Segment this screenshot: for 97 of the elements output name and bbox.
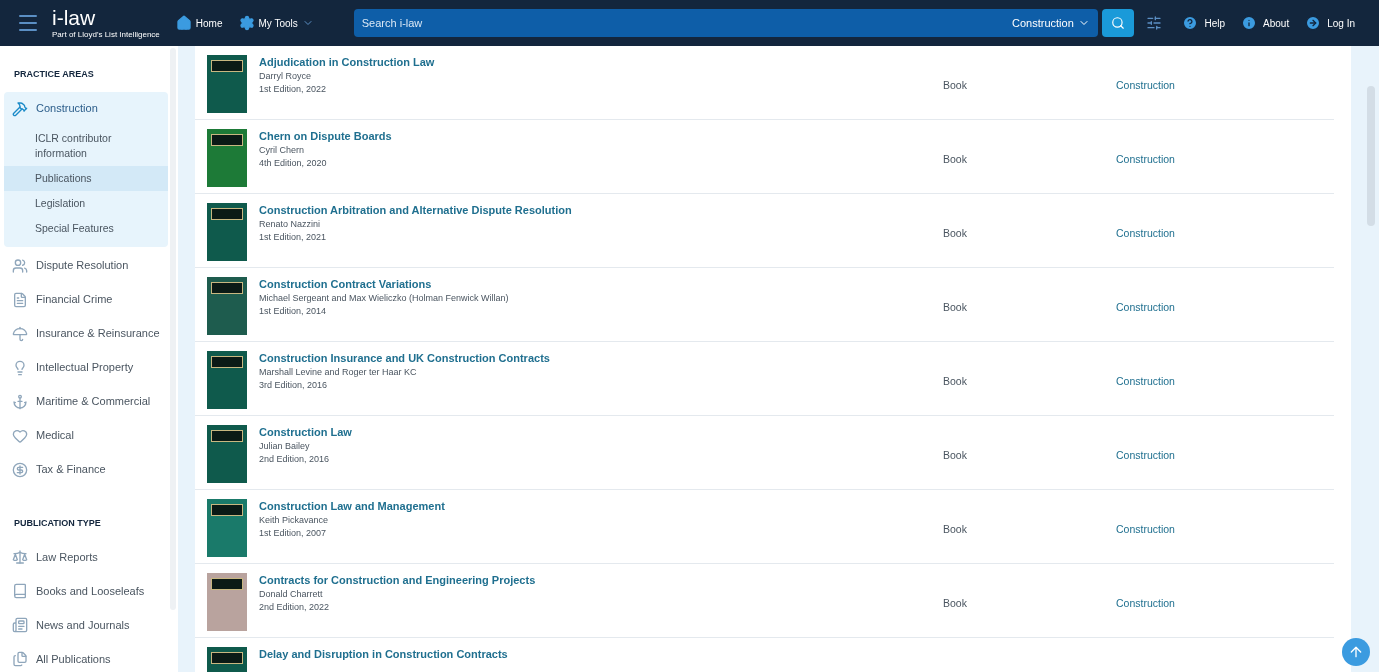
- search-bar[interactable]: Search i-law Construction: [353, 9, 1098, 37]
- practice-area-link[interactable]: Construction: [1116, 448, 1175, 464]
- category-icon: [12, 583, 28, 599]
- search-button[interactable]: [1101, 9, 1134, 37]
- publication-author: Renato Nazzini: [259, 218, 322, 231]
- practice-area-link[interactable]: Construction: [1116, 152, 1175, 168]
- sidebar-item[interactable]: News and Journals: [4, 608, 168, 642]
- logo-tagline: Part of Lloyd's List Intelligence: [52, 30, 160, 39]
- publication-edition: 4th Edition, 2020: [259, 157, 328, 170]
- publication-title[interactable]: Construction Law and Management: [259, 499, 859, 513]
- book-cover[interactable]: [207, 203, 247, 261]
- book-cover[interactable]: [207, 573, 247, 631]
- book-cover[interactable]: [207, 129, 247, 187]
- gear-icon: [238, 15, 255, 31]
- header-link[interactable]: About: [1241, 15, 1290, 31]
- search-input[interactable]: Search i-law: [353, 14, 1012, 32]
- publication-title[interactable]: Contracts for Construction and Engineering Projects: [259, 573, 859, 587]
- nav-link[interactable]: Home: [175, 15, 223, 31]
- book-cover[interactable]: [207, 351, 247, 409]
- practice-area-link[interactable]: Construction: [1116, 300, 1175, 316]
- book-cover[interactable]: [207, 277, 247, 335]
- subcategory-item[interactable]: Publications: [4, 165, 168, 191]
- publication-type: Book: [943, 374, 968, 389]
- back-to-top-button[interactable]: [1342, 638, 1370, 666]
- publication-title[interactable]: Construction Arbitration and Alternative Dispute Resolution: [259, 203, 859, 217]
- publication-author: Marshall Levine and Roger ter Haar KC: [259, 366, 418, 379]
- sidebar-item[interactable]: All Publications: [4, 642, 168, 672]
- publication-title[interactable]: Adjudication in Construction Law: [259, 55, 859, 69]
- info-icon: [1241, 15, 1258, 31]
- publication-author: Darryl Royce: [259, 70, 312, 83]
- publication-author: Julian Bailey: [259, 440, 311, 453]
- section-heading: PUBLICATION TYPE: [13, 516, 102, 530]
- publication-edition: 2nd Edition, 2022: [259, 601, 331, 614]
- practice-area-link[interactable]: Construction: [1116, 374, 1175, 390]
- category-icon: [12, 427, 28, 444]
- nav-link[interactable]: My Tools: [238, 15, 314, 31]
- publication-author: Michael Sergeant and Max Wieliczko (Holman Fenwick Willan): [259, 292, 510, 305]
- logo[interactable]: i-law: [52, 7, 160, 28]
- publication-title[interactable]: Construction Law: [259, 425, 859, 439]
- search-icon: [1110, 16, 1125, 30]
- category-icon: [12, 617, 28, 633]
- practice-area-link[interactable]: Construction: [1116, 522, 1175, 538]
- category-icon: [12, 325, 28, 342]
- practice-area-link[interactable]: Construction: [1116, 596, 1175, 612]
- publication-edition: 1st Edition, 2007: [259, 527, 328, 540]
- publication-title[interactable]: Delay and Disruption in Construction Contracts: [259, 647, 859, 661]
- publication-type: Book: [943, 78, 968, 93]
- category-icon: [12, 461, 28, 478]
- header-link[interactable]: Help: [1182, 15, 1226, 31]
- category-icon: [12, 393, 28, 410]
- category-icon: [12, 100, 28, 117]
- book-cover[interactable]: [207, 499, 247, 557]
- sidebar-item[interactable]: Insurance & Reinsurance: [4, 316, 168, 351]
- category-icon: [12, 549, 28, 565]
- practice-area-link[interactable]: Construction: [1116, 78, 1175, 94]
- home-icon: [175, 15, 192, 31]
- sidebar-item[interactable]: Medical: [4, 418, 168, 453]
- sidebar-item[interactable]: Construction: [4, 91, 168, 126]
- subcategory-item[interactable]: ICLR contributor information: [4, 125, 168, 166]
- filter-icon[interactable]: [1145, 15, 1162, 31]
- publication-type: Book: [943, 152, 968, 167]
- book-cover[interactable]: [207, 55, 247, 113]
- publication-author: Cyril Chern: [259, 144, 305, 157]
- publication-edition: 1st Edition, 2021: [259, 231, 328, 244]
- publication-edition: 1st Edition, 2014: [259, 305, 328, 318]
- publication-type: Book: [943, 522, 968, 537]
- subcategory-item[interactable]: Special Features: [4, 215, 168, 241]
- publication-type: Book: [943, 448, 968, 463]
- sidebar-item[interactable]: Intellectual Property: [4, 350, 168, 385]
- category-icon: [12, 291, 28, 308]
- sidebar-item[interactable]: Maritime & Commercial: [4, 384, 168, 419]
- header-link[interactable]: Log In: [1305, 15, 1355, 31]
- book-cover[interactable]: [207, 425, 247, 483]
- sidebar-item[interactable]: Tax & Finance: [4, 452, 168, 487]
- publication-title[interactable]: Construction Contract Variations: [259, 277, 859, 291]
- sidebar-item[interactable]: Dispute Resolution: [4, 248, 168, 283]
- publication-edition: 1st Edition, 2022: [259, 83, 328, 96]
- publication-title[interactable]: Construction Insurance and UK Construction Contracts: [259, 351, 859, 365]
- practice-area-link[interactable]: Construction: [1116, 226, 1175, 242]
- category-icon: [12, 359, 28, 376]
- publication-type: Book: [943, 226, 968, 241]
- publication-title[interactable]: Chern on Dispute Boards: [259, 129, 859, 143]
- scope-dropdown[interactable]: Construction: [1012, 14, 1098, 32]
- help-icon: [1182, 15, 1199, 31]
- section-heading: PRACTICE AREAS: [13, 68, 95, 81]
- publication-edition: 2nd Edition, 2016: [259, 453, 331, 466]
- publication-edition: 3rd Edition, 2016: [259, 379, 329, 392]
- sidebar-item[interactable]: Financial Crime: [4, 282, 168, 317]
- category-icon: [12, 257, 28, 274]
- subcategory-item[interactable]: Legislation: [4, 190, 168, 216]
- publication-author: Donald Charrett: [259, 588, 324, 601]
- publication-type: Book: [943, 300, 968, 315]
- publication-type: Book: [943, 596, 968, 611]
- sidebar-item[interactable]: Books and Looseleafs: [4, 574, 168, 608]
- sidebar-item[interactable]: Law Reports: [4, 540, 168, 574]
- category-icon: [12, 651, 28, 667]
- publication-author: Keith Pickavance: [259, 514, 330, 527]
